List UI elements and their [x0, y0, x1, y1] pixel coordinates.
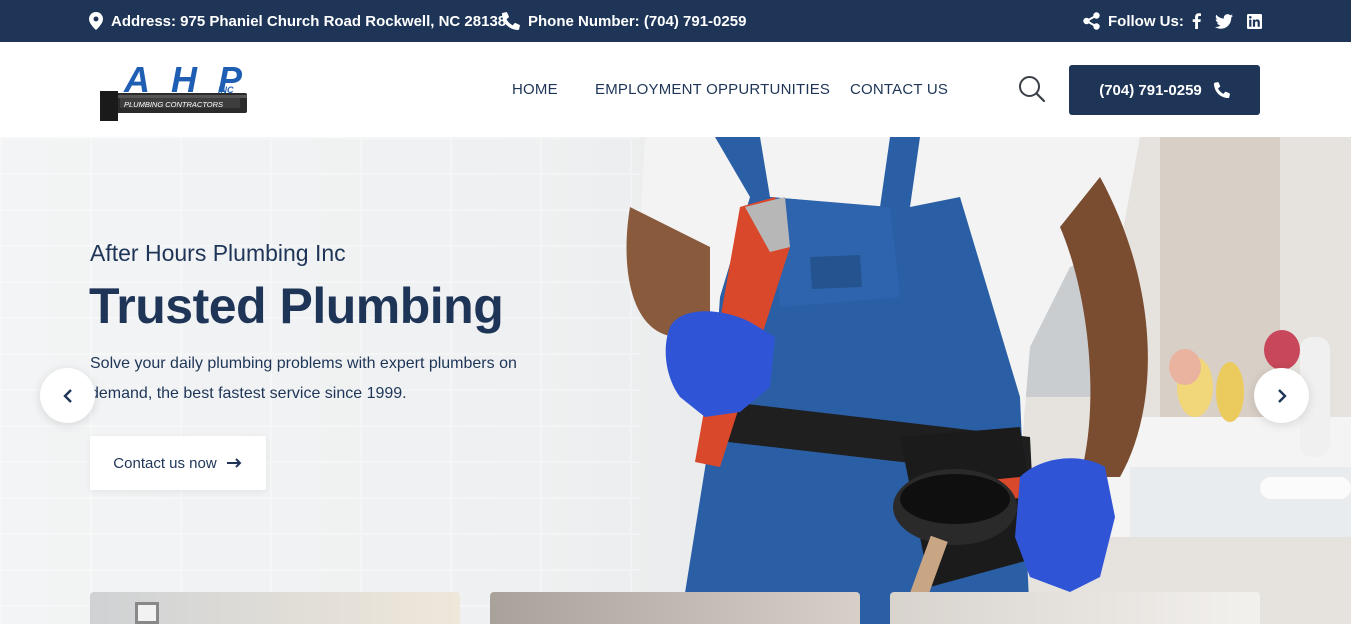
- service-card[interactable]: [90, 592, 460, 624]
- service-card[interactable]: [490, 592, 860, 624]
- logo-text: AHP: [123, 59, 243, 100]
- search-button[interactable]: [1018, 75, 1046, 103]
- nav-contact[interactable]: CONTACT US: [850, 81, 948, 98]
- slider-prev-button[interactable]: [40, 368, 95, 423]
- contact-us-label: Contact us now: [113, 454, 217, 472]
- hero-slider: After Hours Plumbing Inc Trusted Plumbin…: [0, 137, 1351, 624]
- search-icon: [1019, 76, 1046, 103]
- card-image-detail: [135, 602, 159, 624]
- hero-description: Solve your daily plumbing problems with …: [90, 355, 517, 402]
- linkedin-icon[interactable]: [1246, 13, 1262, 29]
- service-card[interactable]: [890, 592, 1260, 624]
- logo-tagline: PLUMBING CONTRACTORS: [124, 100, 223, 109]
- hero-title: Trusted Plumbing: [89, 278, 504, 334]
- facebook-icon[interactable]: [1192, 13, 1201, 29]
- call-button-label: (704) 791-0259: [1099, 81, 1202, 99]
- twitter-icon[interactable]: [1214, 13, 1233, 29]
- phone-icon: [1213, 82, 1230, 98]
- slider-next-button[interactable]: [1254, 368, 1309, 423]
- top-info-bar: Address: 975 Phaniel Church Road Rockwel…: [0, 0, 1351, 42]
- plumber-image: [626, 137, 1351, 624]
- hero-subtitle: After Hours Plumbing Inc: [90, 240, 346, 266]
- main-header: INC AHP PLUMBING CONTRACTORS HOME EMPLOY…: [0, 42, 1351, 137]
- service-cards: [0, 592, 1351, 624]
- chevron-left-icon: [62, 388, 72, 403]
- nav-home[interactable]: HOME: [512, 81, 558, 98]
- share-icon: [1083, 12, 1100, 30]
- arrow-right-icon: [226, 458, 242, 468]
- phone-text: Phone Number: (704) 791-0259: [528, 12, 747, 30]
- follow-label: Follow Us:: [1108, 12, 1184, 30]
- call-button[interactable]: (704) 791-0259: [1069, 65, 1260, 115]
- address-info: Address: 975 Phaniel Church Road Rockwel…: [89, 0, 506, 42]
- chevron-right-icon: [1277, 388, 1287, 403]
- phone-icon: [502, 12, 520, 30]
- phone-info[interactable]: Phone Number: (704) 791-0259: [502, 0, 746, 42]
- address-text: Address: 975 Phaniel Church Road Rockwel…: [111, 12, 507, 30]
- ahp-logo[interactable]: INC AHP PLUMBING CONTRACTORS: [100, 58, 250, 124]
- contact-us-button[interactable]: Contact us now: [90, 436, 266, 490]
- social-links: Follow Us:: [1083, 0, 1262, 42]
- nav-employment[interactable]: EMPLOYMENT OPPURTUNITIES: [595, 81, 830, 98]
- map-pin-icon: [89, 12, 103, 30]
